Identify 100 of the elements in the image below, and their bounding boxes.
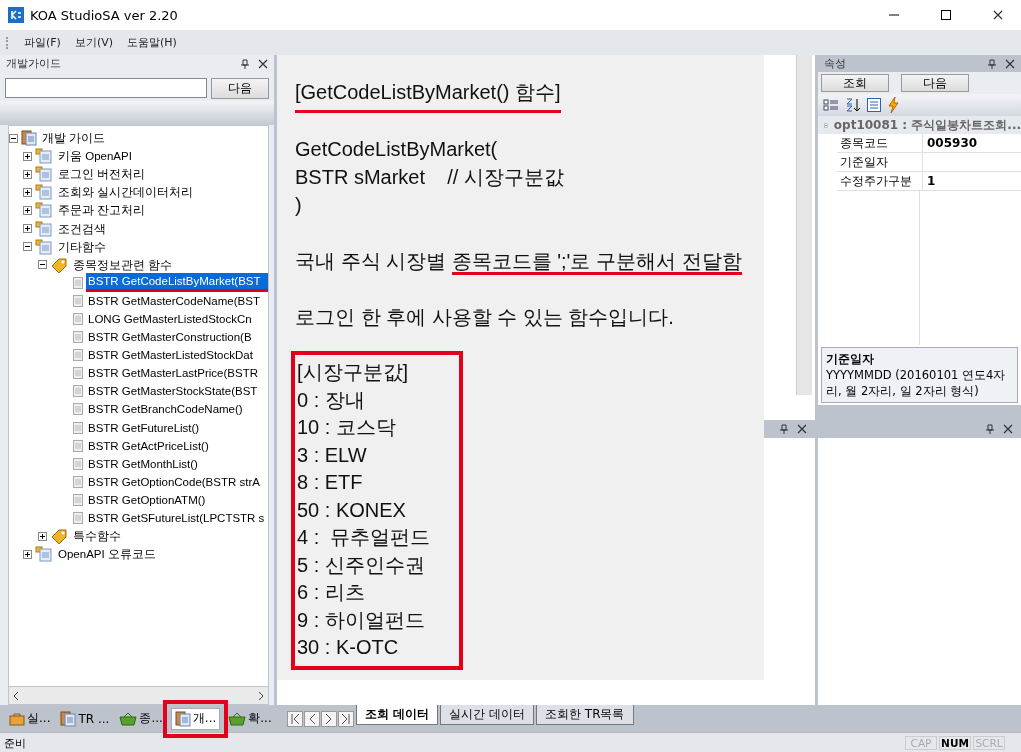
lightning-icon[interactable] xyxy=(887,97,899,113)
tree-item[interactable]: 조건검색 xyxy=(56,220,108,237)
app-logo-icon xyxy=(8,7,24,23)
list-item: 10 : 코스닥 xyxy=(297,415,397,440)
tree-item[interactable]: BSTR GetMasterConstruction(B xyxy=(86,329,254,346)
tree-item[interactable]: 키움 OpenAPI xyxy=(56,148,134,165)
horizontal-scrollbar[interactable] xyxy=(8,686,269,705)
panel-tab[interactable]: 종... xyxy=(115,707,167,730)
window-title: KOA StudioSA ver 2.20 xyxy=(30,7,179,23)
last-icon[interactable] xyxy=(338,710,354,727)
pin-icon[interactable] xyxy=(779,424,789,434)
tree-item[interactable]: 종목정보관련 함수 xyxy=(71,256,175,273)
panel-title: 개발가이드 xyxy=(6,56,62,71)
sheet-tab[interactable]: 실시간 데이터 xyxy=(440,705,534,725)
query-button[interactable]: 조회 xyxy=(821,74,889,92)
scroll-left-icon[interactable] xyxy=(13,691,19,700)
panel-title: 속성 xyxy=(824,56,847,71)
sort-icon[interactable] xyxy=(845,97,861,113)
category-label: opt10081 : 주식일봉차트조회... xyxy=(833,116,1021,134)
tree-item[interactable]: OpenAPI 오류코드 xyxy=(56,546,158,563)
property-name: 종목코드 xyxy=(837,134,923,152)
tree-item[interactable]: BSTR GetMasterCodeName(BST xyxy=(86,292,262,309)
tree-item[interactable]: BSTR GetMasterListedStockDat xyxy=(86,347,255,364)
vertical-scrollbar[interactable] xyxy=(796,55,812,395)
help-title: 기준일자 xyxy=(826,351,875,367)
status-text: 준비 xyxy=(4,735,27,751)
page-icon xyxy=(73,493,83,506)
next-icon[interactable] xyxy=(321,710,337,727)
document-icon xyxy=(35,546,53,563)
close-icon[interactable] xyxy=(1005,58,1015,69)
property-value[interactable]: 005930 xyxy=(923,134,978,152)
list-item: 50 : KONEX xyxy=(297,497,407,523)
code-line: BSTR sMarket // 시장구분값 xyxy=(295,165,565,190)
book-icon xyxy=(174,710,191,727)
key-indicator: NUM xyxy=(939,736,971,750)
sheet-tab[interactable]: 조회 데이터 xyxy=(356,705,439,725)
list-item: 30 : K-OTC xyxy=(297,635,400,660)
close-icon[interactable] xyxy=(993,10,1003,20)
tree-item[interactable]: 주문과 잔고처리 xyxy=(56,202,148,219)
page-icon xyxy=(73,367,83,380)
panel-tab[interactable]: 개... xyxy=(170,707,221,730)
property-value[interactable]: 1 xyxy=(923,172,936,190)
tree-item[interactable]: 기타함수 xyxy=(56,238,108,255)
next-button[interactable]: 다음 xyxy=(211,78,269,99)
sheet-tab[interactable]: 조회한 TR목록 xyxy=(536,705,634,725)
list-item: 0 : 장내 xyxy=(297,387,366,413)
page-icon xyxy=(73,439,83,452)
book-icon xyxy=(21,130,37,147)
property-name: 기준일자 xyxy=(837,153,923,171)
pin-icon[interactable] xyxy=(240,58,250,69)
tree-item[interactable]: 특수함수 xyxy=(71,528,123,545)
query-button[interactable]: 다음 xyxy=(901,74,969,92)
menu-item[interactable]: 도움말(H) xyxy=(127,35,177,50)
menu-item[interactable]: 파일(F) xyxy=(24,35,61,50)
panel-tab[interactable]: TR ... xyxy=(56,707,114,730)
close-icon[interactable] xyxy=(797,424,807,434)
help-text: YYYYMMDD (20160101 연도4자리, 월 2자리, 일 2자리 형식) xyxy=(826,367,1007,399)
tree-item[interactable]: BSTR GetMonthList() xyxy=(86,455,200,472)
panel-tab[interactable]: 확... xyxy=(224,707,276,730)
close-icon[interactable] xyxy=(258,58,268,69)
categorized-icon[interactable] xyxy=(823,98,839,112)
previous-icon[interactable] xyxy=(304,710,320,727)
tree-item[interactable]: BSTR GetFutureList() xyxy=(86,419,202,436)
tree-item[interactable]: BSTR GetBranchCodeName() xyxy=(86,401,245,418)
tag-icon xyxy=(50,256,68,273)
tree-item[interactable]: BSTR GetSFutureList(LPCTSTR s xyxy=(86,510,267,526)
property-name: 수정주가구분 xyxy=(837,172,923,190)
document-icon xyxy=(35,238,53,255)
first-icon[interactable] xyxy=(287,710,303,727)
panel-tab[interactable]: 실... xyxy=(5,707,55,730)
tree-item[interactable]: 조회와 실시간데이터처리 xyxy=(56,184,196,201)
tree-item[interactable]: 개발 가이드 xyxy=(40,130,108,147)
book-icon xyxy=(60,710,77,727)
list-item: 9 : 하이얼펀드 xyxy=(297,607,426,633)
tree-item[interactable]: BSTR GetOptionCode(BSTR strA xyxy=(86,473,262,490)
document-icon xyxy=(35,202,53,219)
search-field[interactable] xyxy=(5,78,207,98)
list-title: [시장구분값] xyxy=(297,360,410,385)
document-icon xyxy=(35,148,53,165)
page-icon xyxy=(73,349,83,362)
scroll-right-icon[interactable] xyxy=(258,691,264,700)
tree-item[interactable]: 로그인 버전처리 xyxy=(56,166,148,183)
note-text: 로그인 한 후에 사용할 수 있는 함수입니다. xyxy=(295,305,675,330)
tree-item[interactable]: BSTR GetMasterLastPrice(BSTR xyxy=(86,365,260,382)
pin-icon[interactable] xyxy=(985,424,995,434)
list-icon[interactable] xyxy=(867,98,881,112)
maximize-icon[interactable] xyxy=(941,10,951,20)
page-icon xyxy=(73,313,83,325)
basket-icon xyxy=(119,711,138,726)
tree-item[interactable]: BSTR GetMasterStockState(BST xyxy=(86,383,260,400)
key-indicator: SCRL xyxy=(973,736,1005,750)
page-icon xyxy=(73,421,83,434)
pin-icon[interactable] xyxy=(987,58,997,69)
menu-item[interactable]: 보기(V) xyxy=(74,35,114,50)
close-icon[interactable] xyxy=(1003,424,1013,434)
tree-item[interactable]: BSTR GetOptionATM() xyxy=(86,491,208,508)
tree-item[interactable]: LONG GetMasterListedStockCn xyxy=(86,311,254,327)
tree-item[interactable]: BSTR GetCodeListByMarket(BST xyxy=(86,273,268,293)
tree-item[interactable]: BSTR GetActPriceList() xyxy=(86,437,211,454)
page-icon xyxy=(73,331,83,344)
